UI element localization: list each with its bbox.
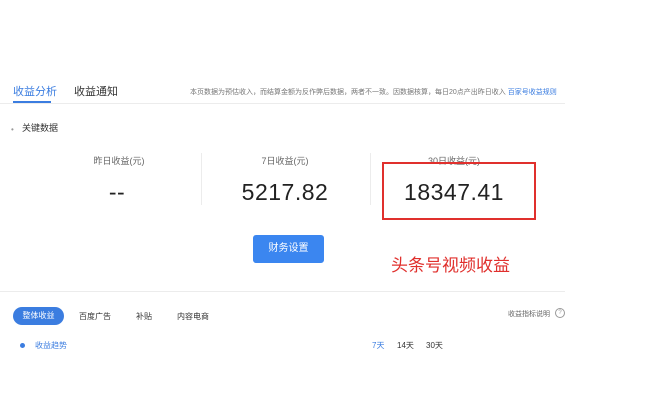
range-14-days[interactable]: 14天 [397,340,414,351]
filter-tab-subsidy[interactable]: 补贴 [136,311,152,322]
range-7-days[interactable]: 7天 [372,340,384,351]
stat-7day-label: 7日收益(元) [261,156,309,166]
tab-income-analysis[interactable]: 收益分析 [13,83,57,99]
income-rules-link[interactable]: 百家号收益规则 [508,89,557,96]
trend-legend-dot [20,343,25,348]
question-icon[interactable]: ? [555,308,565,318]
finance-settings-button[interactable]: 财务设置 [253,235,324,263]
stat-yesterday-value: -- [108,179,126,205]
stat-divider [201,153,202,205]
filter-tab-ecommerce[interactable]: 内容电商 [177,311,209,322]
highlight-box [382,162,536,220]
annotation-text: 头条号视频收益 [391,256,510,275]
section-divider [0,291,565,292]
notice-bar: 本页数据为预估收入，而结算金额为反作弊后数据，两者不一致。因数据核算，每日20点… [190,87,557,97]
filter-tab-baidu-ads[interactable]: 百度广告 [79,311,111,322]
stat-7day-value: 5217.82 [241,179,329,205]
trend-label: 收益趋势 [35,341,67,350]
section-bullet: • [11,125,14,134]
tab-divider [0,103,565,104]
tab-income-notice[interactable]: 收益通知 [74,83,118,99]
stat-divider [370,153,371,205]
filter-tab-overall[interactable]: 整体收益 [13,307,64,325]
notice-text: 本页数据为预估收入，而结算金额为反作弊后数据，两者不一致。因数据核算，每日20点… [190,89,506,96]
metrics-help-link[interactable]: 收益指标说明 [508,309,550,319]
stat-yesterday-label: 昨日收益(元) [93,156,145,166]
section-title: 关键数据 [22,123,59,133]
range-30-days[interactable]: 30天 [426,340,443,351]
